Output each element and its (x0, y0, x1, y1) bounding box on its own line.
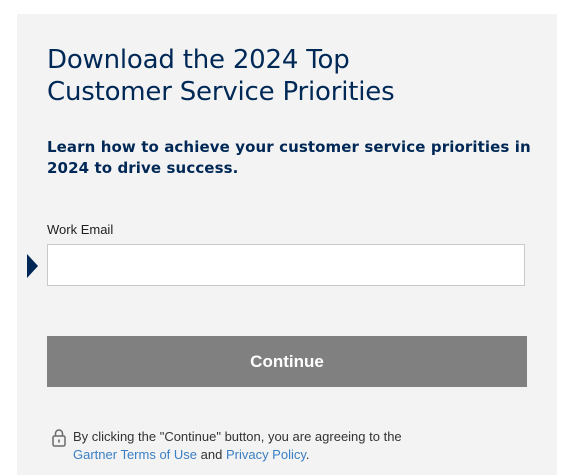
disclaimer-and-text: and (197, 447, 226, 462)
email-label: Work Email (47, 222, 114, 237)
privacy-policy-link[interactable]: Privacy Policy (226, 447, 306, 462)
field-marker-arrow-icon (27, 254, 38, 278)
disclaimer-text: By clicking the "Continue" button, you a… (73, 428, 513, 464)
form-title: Download the 2024 Top Customer Service P… (47, 44, 517, 108)
form-subtitle-line-2: 2024 to drive success. (47, 159, 239, 177)
disclaimer-lead-text: By clicking the "Continue" button, you a… (73, 429, 402, 444)
form-subtitle: Learn how to achieve your customer servi… (47, 137, 542, 179)
download-form-card: Download the 2024 Top Customer Service P… (17, 14, 557, 475)
form-title-line-2: Customer Service Priorities (47, 77, 395, 107)
form-title-line-1: Download the 2024 Top (47, 45, 350, 75)
terms-of-use-link[interactable]: Gartner Terms of Use (73, 447, 197, 462)
lock-icon (52, 429, 66, 447)
form-subtitle-line-1: Learn how to achieve your customer servi… (47, 138, 531, 156)
continue-button[interactable]: Continue (47, 336, 527, 387)
disclaimer-period: . (305, 447, 310, 462)
email-input[interactable] (47, 244, 525, 286)
